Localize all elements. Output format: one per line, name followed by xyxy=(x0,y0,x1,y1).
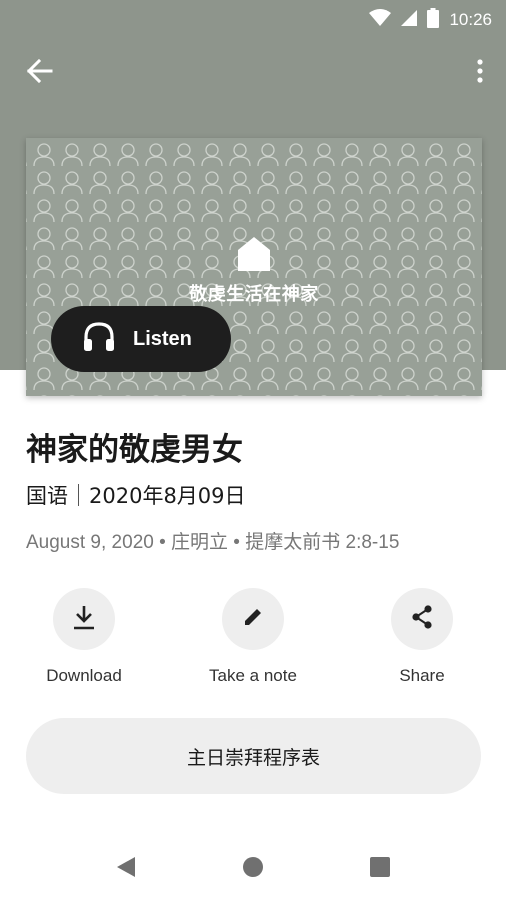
system-nav-bar xyxy=(0,830,506,900)
cell-signal-icon xyxy=(401,9,418,31)
nav-back-icon[interactable] xyxy=(116,856,136,882)
headphones-icon xyxy=(83,322,115,356)
divider xyxy=(78,484,79,506)
download-label: Download xyxy=(46,666,122,685)
back-button[interactable] xyxy=(20,56,60,90)
more-options-button[interactable] xyxy=(468,56,492,90)
arrow-back-icon xyxy=(26,58,53,87)
take-note-button[interactable] xyxy=(222,588,284,650)
wifi-icon xyxy=(369,9,392,31)
worship-schedule-button[interactable]: 主日崇拜程序表 xyxy=(26,718,481,794)
sermon-language-date: 国语 2020年8月09日 xyxy=(26,480,246,510)
share-label: Share xyxy=(399,666,445,685)
share-icon xyxy=(409,604,435,634)
status-time: 10:26 xyxy=(449,10,492,29)
download-action[interactable]: Download xyxy=(19,588,149,686)
take-note-action[interactable]: Take a note xyxy=(188,588,318,686)
app-bar xyxy=(0,44,506,100)
status-bar: 10:26 xyxy=(0,0,506,36)
take-note-label: Take a note xyxy=(209,666,297,685)
share-button[interactable] xyxy=(391,588,453,650)
download-button[interactable] xyxy=(53,588,115,650)
nav-recents-icon[interactable] xyxy=(370,857,390,877)
battery-icon xyxy=(427,8,440,32)
sermon-details: August 9, 2020 • 庄明立 • 提摩太前书 2:8-15 xyxy=(26,532,400,553)
sermon-language: 国语 xyxy=(26,484,68,508)
nav-home-icon[interactable] xyxy=(243,857,263,877)
house-icon xyxy=(237,237,271,276)
listen-label: Listen xyxy=(133,327,192,350)
sermon-date: 2020年8月09日 xyxy=(89,484,246,508)
artwork-title: 敬虔生活在神家 xyxy=(189,284,319,305)
download-icon xyxy=(72,604,96,634)
pencil-icon xyxy=(242,606,264,632)
share-action[interactable]: Share xyxy=(357,588,487,686)
sermon-title: 神家的敬虔男女 xyxy=(26,432,243,468)
listen-button[interactable]: Listen xyxy=(51,306,231,372)
more-vert-icon xyxy=(477,59,483,87)
